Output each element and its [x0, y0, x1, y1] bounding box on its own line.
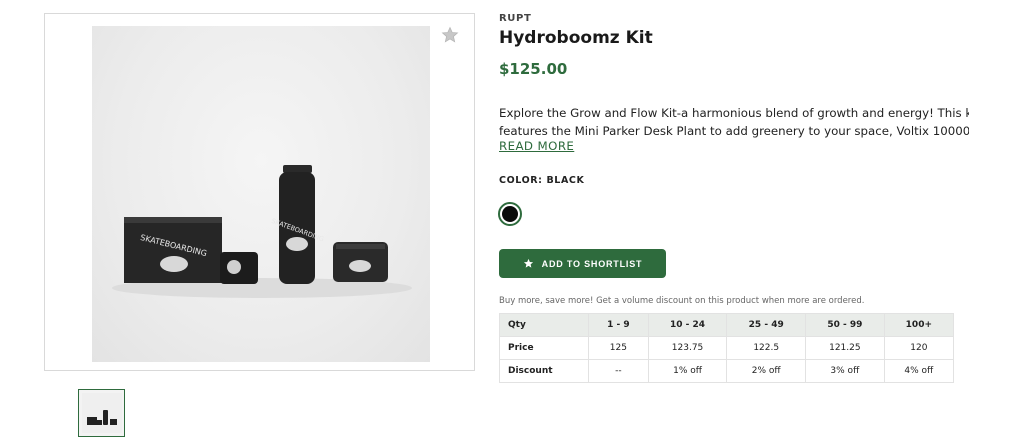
color-label: COLOR: BLACK — [499, 175, 585, 186]
product-price: $125.00 — [499, 60, 568, 78]
description-line: features the Mini Parker Desk Plant to a… — [499, 124, 969, 138]
table-cell: 121.25 — [805, 336, 885, 360]
add-to-shortlist-label: ADD TO SHORTLIST — [541, 258, 643, 269]
product-image[interactable]: SKATEBOARDING SKATEBOARDING — [92, 26, 430, 362]
read-more-link[interactable]: READ MORE — [499, 139, 574, 153]
table-cell: -- — [588, 359, 649, 383]
add-to-shortlist-button[interactable]: ADD TO SHORTLIST — [499, 249, 666, 278]
table-header-cell: 10 - 24 — [647, 313, 728, 337]
table-cell: 3% off — [805, 359, 885, 383]
swatch-fill — [502, 206, 518, 222]
description-line: Explore the Grow and Flow Kit-a harmonio… — [499, 106, 969, 120]
table-row-discount: Discount -- 1% off 2% off 3% off 4% off — [499, 359, 955, 383]
product-brand: RUPT — [499, 13, 532, 24]
table-cell: 123.75 — [647, 336, 728, 360]
star-icon — [441, 26, 459, 43]
favorite-button[interactable] — [440, 25, 460, 45]
product-title: Hydroboomz Kit — [499, 28, 653, 48]
volume-discount-note: Buy more, save more! Get a volume discou… — [499, 296, 865, 306]
table-cell: 120 — [883, 336, 955, 360]
table-cell: 4% off — [883, 359, 955, 383]
star-icon — [523, 258, 533, 268]
table-cell: 125 — [588, 336, 649, 360]
product-description: Explore the Grow and Flow Kit-a harmonio… — [499, 104, 969, 140]
table-row-price: Price 125 123.75 122.5 121.25 120 — [499, 336, 955, 360]
table-header-cell: 100+ — [883, 313, 955, 337]
product-image-frame: SKATEBOARDING SKATEBOARDING — [44, 13, 475, 371]
table-cell: Discount — [499, 359, 589, 383]
color-swatch-black[interactable] — [498, 202, 522, 226]
thumbnail-1[interactable] — [78, 389, 125, 437]
table-header-cell: 50 - 99 — [805, 313, 885, 337]
table-cell: 122.5 — [726, 336, 807, 360]
table-cell: 2% off — [726, 359, 807, 383]
table-cell: 1% off — [647, 359, 728, 383]
table-header-cell: 1 - 9 — [588, 313, 649, 337]
volume-discount-table: Qty 1 - 9 10 - 24 25 - 49 50 - 99 100+ P… — [499, 313, 955, 383]
table-header-row: Qty 1 - 9 10 - 24 25 - 49 50 - 99 100+ — [499, 313, 955, 337]
thumbnail-image — [81, 393, 122, 433]
table-cell: Price — [499, 336, 589, 360]
product-illustration: SKATEBOARDING SKATEBOARDING — [112, 165, 412, 298]
table-header-cell: 25 - 49 — [726, 313, 807, 337]
table-header-cell: Qty — [499, 313, 589, 337]
